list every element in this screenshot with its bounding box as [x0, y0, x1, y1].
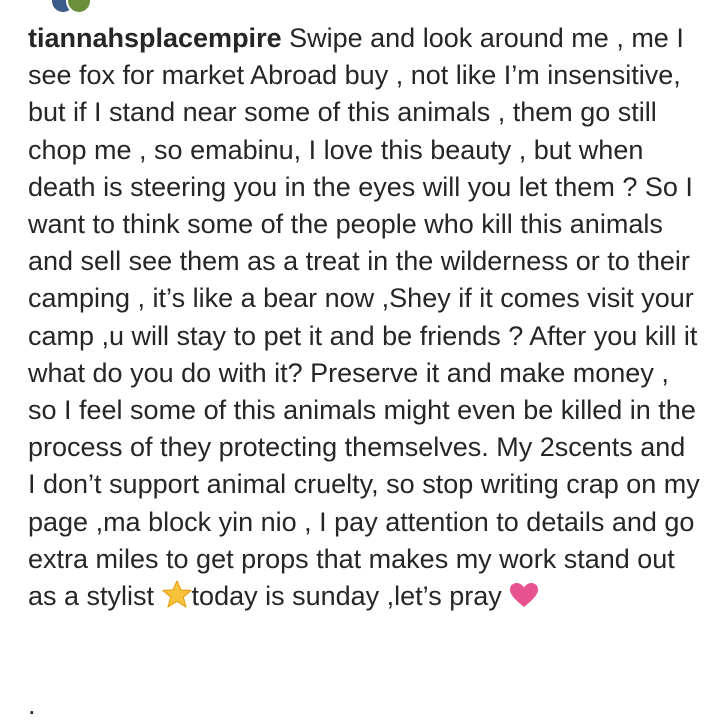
comment-body: tiannahsplacempire Swipe and look around… [28, 20, 700, 618]
comment-text-end: today is sunday ,let’s pray [191, 581, 510, 612]
previous-comment-strip [0, 0, 720, 12]
avatar [66, 0, 92, 12]
comment-username[interactable]: tiannahsplacempire [28, 23, 282, 53]
comment-text: Swipe and look around me , me I see fox … [28, 23, 700, 612]
pink-heart-emoji-icon [509, 581, 539, 618]
avatar-group [50, 0, 110, 12]
star-emoji-icon [161, 580, 192, 618]
trailing-dot: . [28, 690, 36, 720]
